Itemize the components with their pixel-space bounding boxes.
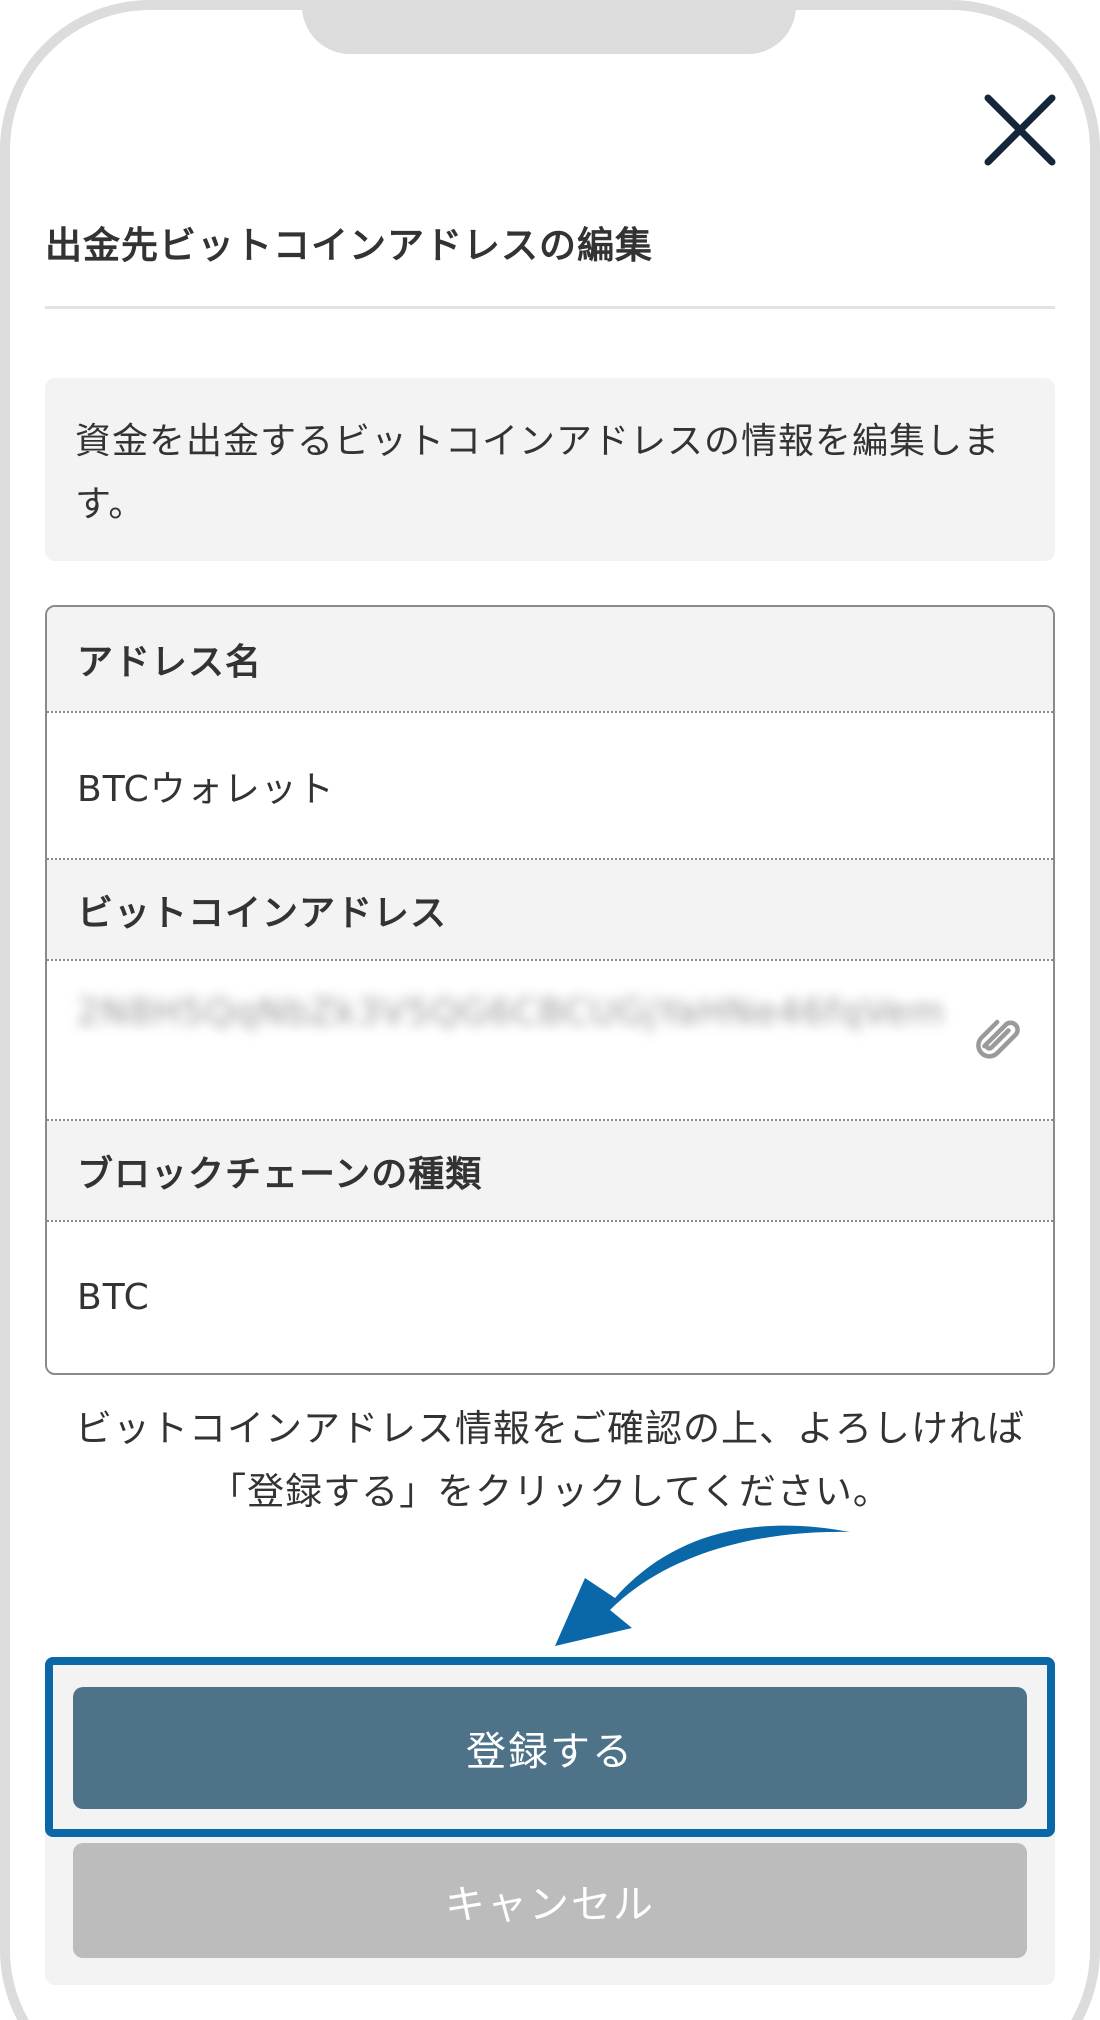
field-value-bitcoin-address-row: 2N8H5QqNbZk3V5QG6CBCUGjYaHNe46fqVem [47,961,1053,1119]
cancel-button[interactable]: キャンセル [73,1843,1027,1958]
close-icon[interactable] [980,90,1060,170]
register-highlight-frame [45,1657,1055,1837]
description-box: 資金を出金するビットコインアドレスの情報を編集します。 [45,378,1055,561]
field-value-address-name: BTCウォレット [47,713,1053,858]
modal-title: 出金先ビットコインアドレスの編集 [45,224,653,267]
phone-notch [302,0,796,54]
bitcoin-address-value: 2N8H5QqNbZk3V5QG6CBCUGjYaHNe46fqVem [77,992,945,1033]
confirm-message: ビットコインアドレス情報をご確認の上、よろしければ「登録する」をクリックしてくだ… [75,1407,1025,1513]
pointer-arrow-icon [555,1525,850,1646]
field-label-bitcoin-address: ビットコインアドレス [47,860,1053,959]
address-info-table: アドレス名 BTCウォレット ビットコインアドレス 2N8H5QqNbZk3V5… [45,605,1055,1375]
field-value-blockchain-type: BTC [47,1222,1053,1372]
description-text: 資金を出金するビットコインアドレスの情報を編集します。 [75,421,1001,525]
paperclip-icon[interactable] [972,1011,1028,1067]
field-label-blockchain-type: ブロックチェーンの種類 [47,1121,1053,1220]
title-divider [45,306,1055,309]
field-label-address-name: アドレス名 [47,607,1053,711]
